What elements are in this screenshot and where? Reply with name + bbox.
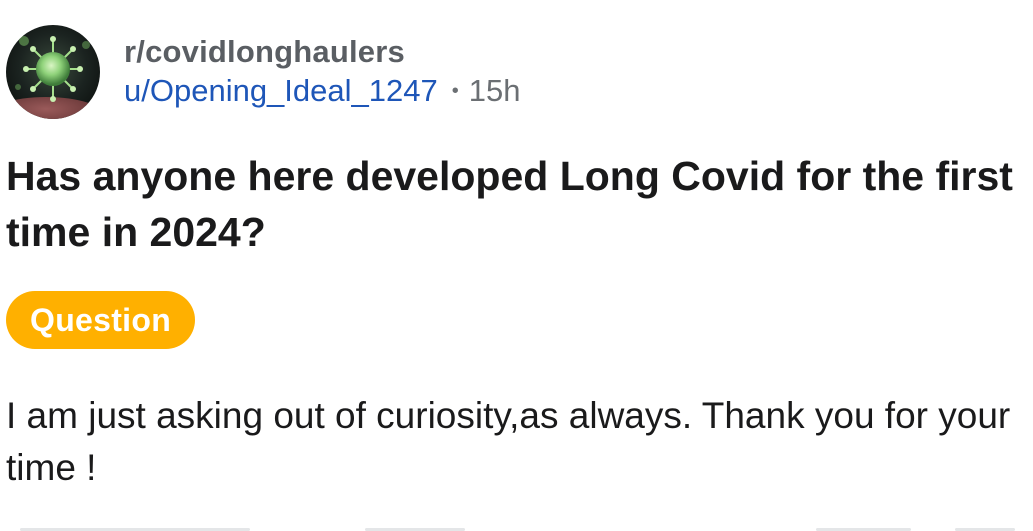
post-meta: r/covidlonghaulers u/Opening_Ideal_1247 … [124, 34, 520, 110]
action-bar-edge [0, 525, 1033, 531]
post-title[interactable]: Has anyone here developed Long Covid for… [6, 148, 1026, 260]
author-username[interactable]: u/Opening_Ideal_1247 [124, 72, 438, 110]
subreddit-avatar[interactable] [6, 25, 100, 119]
reddit-post: r/covidlonghaulers u/Opening_Ideal_1247 … [0, 0, 1033, 531]
post-flair[interactable]: Question [6, 291, 196, 349]
post-age: 15h [468, 73, 521, 108]
author-line: u/Opening_Ideal_1247 • 15h [124, 72, 520, 110]
subreddit-name[interactable]: r/covidlonghaulers [124, 34, 520, 70]
post-body: I am just asking out of curiosity,as alw… [6, 395, 1011, 488]
virus-icon [6, 25, 100, 119]
separator-dot: • [451, 80, 459, 102]
post-header: r/covidlonghaulers u/Opening_Ideal_1247 … [6, 25, 520, 119]
